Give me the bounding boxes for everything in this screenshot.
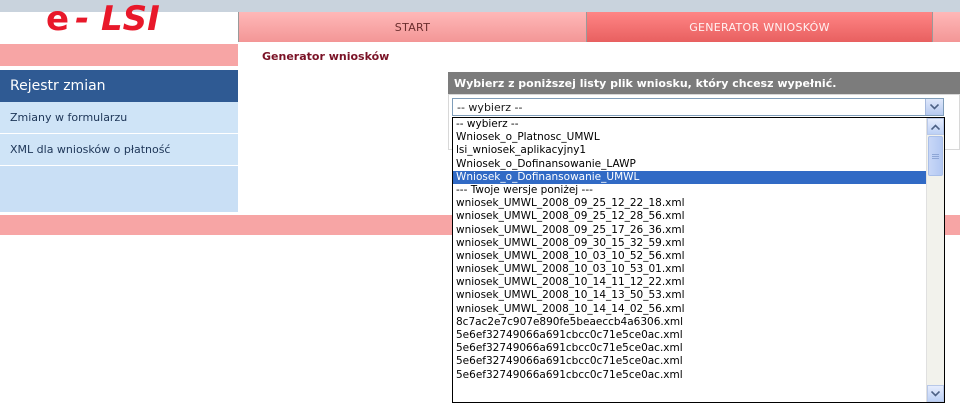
select-option[interactable]: Wniosek_o_Dofinansowanie_LAWP	[453, 158, 927, 171]
file-select-value: -- wybierz --	[457, 100, 523, 114]
sidebar-filler	[0, 166, 238, 212]
select-option[interactable]: wniosek_UMWL_2008_09_30_15_32_59.xml	[453, 237, 927, 250]
sidebar: Rejestr zmian Zmiany w formularzu XML dl…	[0, 70, 238, 212]
select-option[interactable]: Wniosek_o_Platnosc_UMWL	[453, 131, 927, 144]
sidebar-item-label: Zmiany w formularzu	[10, 111, 128, 124]
select-option[interactable]: wniosek_UMWL_2008_10_03_10_52_56.xml	[453, 250, 927, 263]
sidebar-item-label: XML dla wniosków o płatność	[10, 143, 171, 156]
select-option[interactable]: Wniosek_o_Dofinansowanie_UMWL	[453, 170, 927, 184]
file-select-dropdown: -- wybierz -- Wniosek_o_Platnosc_UMWL lsi_…	[452, 117, 945, 403]
logo-text: - LSI	[75, 0, 160, 39]
breadcrumb-row-left	[0, 44, 238, 66]
tab-start[interactable]: START	[238, 12, 586, 42]
select-option[interactable]: wniosek_UMWL_2008_10_14_14_02_56.xml	[453, 303, 927, 316]
main-nav: START GENERATOR WNIOSKÓW	[238, 12, 960, 42]
scroll-down-arrow-icon[interactable]	[927, 385, 944, 402]
file-select[interactable]: -- wybierz --	[452, 98, 944, 116]
instruction-text: Wybierz z poniższej listy plik wniosku, …	[454, 76, 837, 90]
select-option[interactable]: 5e6ef32749066a691cbcc0c71e5ce0ac.xml	[453, 369, 927, 382]
select-option[interactable]: wniosek_UMWL_2008_10_14_13_50_53.xml	[453, 289, 927, 302]
header: e - LSI START GENERATOR WNIOSKÓW	[0, 0, 960, 44]
logo[interactable]: e - LSI	[46, 2, 160, 36]
chevron-down-icon[interactable]	[925, 99, 943, 115]
select-option[interactable]: 5e6ef32749066a691cbcc0c71e5ce0ac.xml	[453, 342, 927, 355]
select-option[interactable]: wniosek_UMWL_2008_09_25_17_26_36.xml	[453, 224, 927, 237]
tab-generator-wnioskow[interactable]: GENERATOR WNIOSKÓW	[586, 12, 932, 42]
select-option[interactable]: -- wybierz --	[453, 118, 927, 131]
select-option[interactable]: wniosek_UMWL_2008_10_03_10_53_01.xml	[453, 263, 927, 276]
select-option[interactable]: 5e6ef32749066a691cbcc0c71e5ce0ac.xml	[453, 329, 927, 342]
tab-more[interactable]	[932, 12, 960, 42]
select-option[interactable]: wniosek_UMWL_2008_09_25_12_22_18.xml	[453, 197, 927, 210]
select-option[interactable]: wniosek_UMWL_2008_10_14_11_12_22.xml	[453, 276, 927, 289]
option-list: -- wybierz -- Wniosek_o_Platnosc_UMWL lsi_…	[453, 118, 927, 382]
scrollbar-thumb[interactable]	[928, 136, 943, 176]
tab-start-label: START	[394, 20, 431, 34]
select-option[interactable]: lsi_wniosek_aplikacyjny1	[453, 144, 927, 157]
select-option[interactable]: wniosek_UMWL_2008_09_25_12_28_56.xml	[453, 210, 927, 223]
tab-generator-label: GENERATOR WNIOSKÓW	[689, 20, 830, 34]
select-option[interactable]: --- Twoje wersje poniżej ---	[453, 184, 927, 197]
instruction-bar: Wybierz z poniższej listy plik wniosku, …	[448, 72, 960, 94]
select-option[interactable]: 8c7ac2e7c907e890fe5beaeccb4a6306.xml	[453, 316, 927, 329]
scroll-up-arrow-icon[interactable]	[927, 118, 944, 135]
breadcrumb: Generator wniosków	[262, 50, 390, 63]
sidebar-item-zmiany-w-formularzu[interactable]: Zmiany w formularzu	[0, 102, 238, 134]
scrollbar[interactable]	[926, 118, 944, 402]
sidebar-item-xml-platnosc[interactable]: XML dla wniosków o płatność	[0, 134, 238, 166]
sidebar-header: Rejestr zmian	[0, 70, 238, 102]
sidebar-title: Rejestr zmian	[10, 78, 106, 94]
select-option[interactable]: 5e6ef32749066a691cbcc0c71e5ce0ac.xml	[453, 355, 927, 368]
logo-e: e	[46, 0, 70, 39]
